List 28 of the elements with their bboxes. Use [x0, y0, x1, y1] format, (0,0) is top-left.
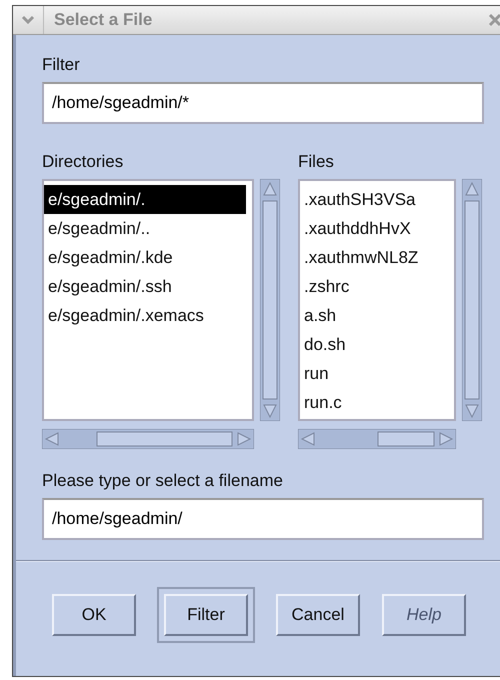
field-label: Please type or select a filename	[42, 471, 284, 491]
horizontal-scrollbar[interactable]	[42, 429, 254, 449]
field-label: Filter	[42, 55, 81, 75]
vertical-scrollbar[interactable]	[462, 179, 482, 421]
window-title: Select a File	[54, 10, 154, 30]
list-label: Directories	[42, 152, 124, 172]
input-field[interactable]: /home/sgeadmin/	[42, 498, 484, 540]
list-item[interactable]: a.sh	[300, 301, 448, 330]
chevron-icon[interactable]	[21, 15, 35, 25]
list-item[interactable]: run	[300, 359, 448, 388]
list-item[interactable]: e/sgeadmin/.xemacs	[44, 301, 246, 330]
list-item[interactable]: e/sgeadmin/.	[44, 185, 246, 214]
dialog-button[interactable]: Cancel	[276, 594, 360, 636]
list-item[interactable]: e/sgeadmin/..	[44, 214, 246, 243]
dialog-button[interactable]: OK	[52, 594, 136, 636]
input-field[interactable]: /home/sgeadmin/*	[42, 82, 484, 124]
close-icon[interactable]	[488, 13, 500, 27]
list-item[interactable]: .zshrc	[300, 272, 448, 301]
list-item[interactable]: e/sgeadmin/.kde	[44, 243, 246, 272]
list-item[interactable]: e/sgeadmin/.ssh	[44, 272, 246, 301]
vertical-scrollbar[interactable]	[260, 179, 280, 421]
list-item[interactable]: run.c	[300, 388, 448, 417]
list-item[interactable]: .xauthSH3VSa	[300, 185, 448, 214]
horizontal-scrollbar[interactable]	[298, 429, 456, 449]
list-item[interactable]: .xauthmwNL8Z	[300, 243, 448, 272]
list-item[interactable]: .xauthddhHvX	[300, 214, 448, 243]
list-label: Files	[298, 152, 335, 172]
list-item[interactable]: do.sh	[300, 330, 448, 359]
